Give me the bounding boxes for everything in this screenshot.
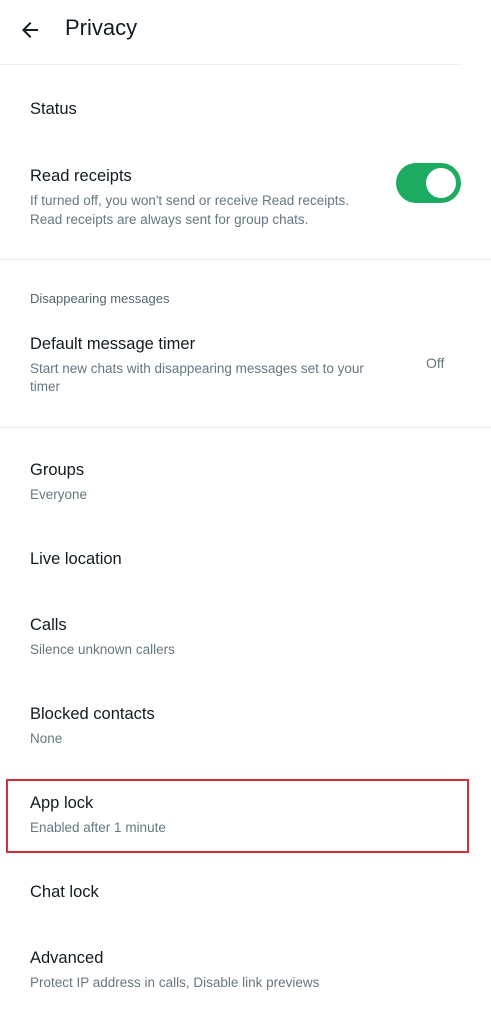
app-bar: Privacy (0, 0, 491, 62)
blocked-contacts-title: Blocked contacts (30, 705, 155, 723)
default-timer-title: Default message timer (30, 335, 196, 353)
advanced-subtitle: Protect IP address in calls, Disable lin… (30, 975, 320, 990)
default-timer-row[interactable]: Default message timer Start new chats wi… (0, 322, 491, 412)
read-receipts-subtitle-2: Read receipts are always sent for group … (30, 212, 309, 227)
groups-row[interactable]: Groups Everyone (0, 447, 491, 517)
blocked-contacts-subtitle: None (30, 731, 63, 746)
groups-title: Groups (30, 461, 85, 479)
disappearing-section-header: Disappearing messages (30, 291, 170, 306)
read-receipts-subtitle-1: If turned off, you won't send or receive… (30, 193, 350, 208)
toggle-knob (426, 168, 456, 198)
groups-subtitle: Everyone (30, 487, 88, 502)
chat-lock-title: Chat lock (30, 883, 99, 901)
blocked-contacts-row[interactable]: Blocked contacts None (0, 691, 491, 761)
arrow-left-icon (22, 22, 38, 38)
live-location-row[interactable]: Live location (0, 536, 491, 586)
section-divider (0, 427, 491, 428)
live-location-title: Live location (30, 550, 122, 568)
app-lock-title: App lock (30, 794, 94, 812)
calls-subtitle: Silence unknown callers (30, 642, 175, 657)
calls-title: Calls (30, 616, 67, 634)
default-timer-value: Off (426, 355, 445, 371)
default-timer-subtitle-2: timer (30, 379, 60, 394)
status-row[interactable]: Status (0, 80, 491, 140)
read-receipts-toggle[interactable] (396, 163, 461, 203)
app-lock-subtitle: Enabled after 1 minute (30, 820, 166, 835)
read-receipts-title: Read receipts (30, 167, 132, 185)
advanced-title: Advanced (30, 949, 104, 967)
back-button[interactable] (14, 14, 46, 46)
chat-lock-row[interactable]: Chat lock (0, 869, 491, 919)
app-lock-row[interactable]: App lock Enabled after 1 minute (0, 780, 491, 852)
calls-row[interactable]: Calls Silence unknown callers (0, 602, 491, 672)
page-title: Privacy (65, 15, 138, 40)
status-title: Status (30, 100, 77, 118)
default-timer-subtitle-1: Start new chats with disappearing messag… (30, 361, 364, 376)
header-divider (0, 64, 462, 65)
section-divider (0, 259, 491, 260)
advanced-row[interactable]: Advanced Protect IP address in calls, Di… (0, 935, 491, 1005)
